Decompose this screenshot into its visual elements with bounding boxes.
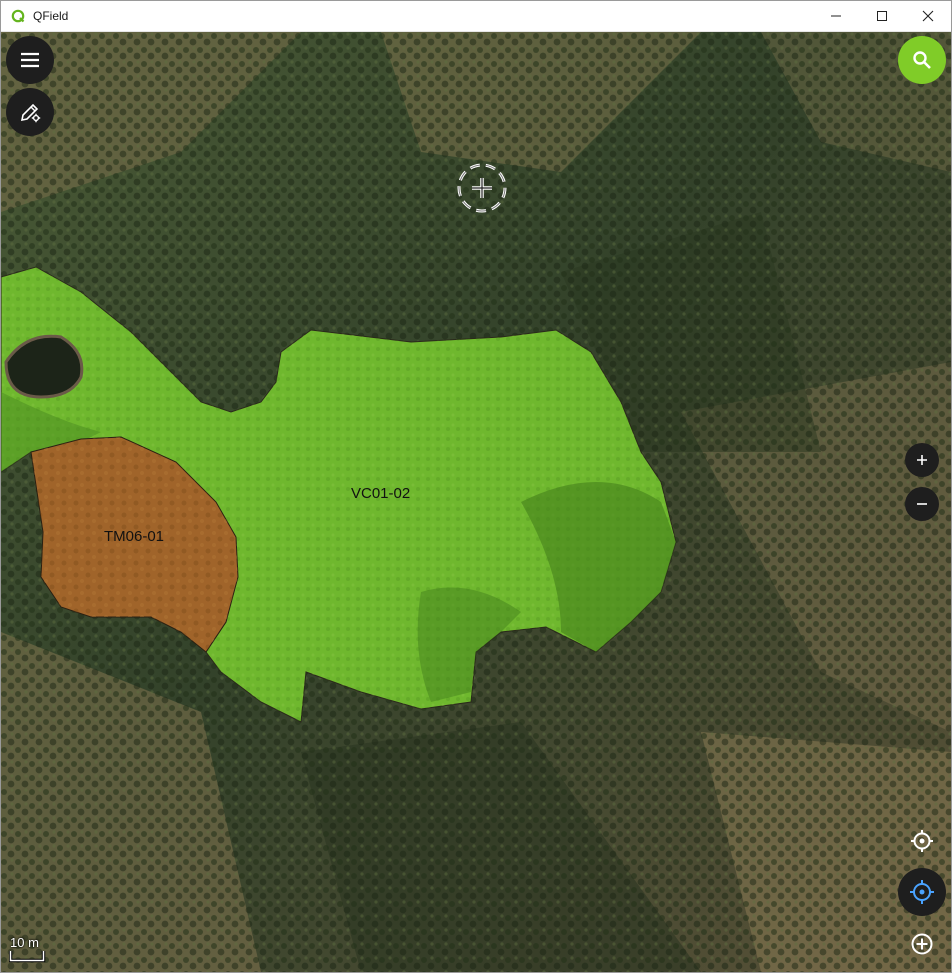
- crosshair-icon: [454, 160, 510, 216]
- map-canvas[interactable]: VC01-02 TM06-01 10 m: [1, 32, 951, 972]
- main-menu-button[interactable]: [6, 36, 54, 84]
- zoom-out-button[interactable]: [905, 487, 939, 521]
- zoom-in-button[interactable]: [905, 443, 939, 477]
- window-controls: [813, 1, 951, 31]
- polygon-label-vc01-02: VC01-02: [351, 485, 411, 502]
- minimize-button[interactable]: [813, 1, 859, 31]
- location-target-icon: [910, 880, 934, 904]
- title-bar[interactable]: QField: [1, 1, 951, 32]
- add-circle-icon: [911, 933, 933, 955]
- scale-bar-line: [9, 951, 46, 963]
- gnss-button[interactable]: [909, 828, 935, 854]
- locate-me-button[interactable]: [898, 868, 946, 916]
- maximize-icon: [877, 11, 887, 21]
- close-button[interactable]: [905, 1, 951, 31]
- pencil-settings-icon: [20, 103, 41, 123]
- hamburger-menu-icon: [21, 52, 39, 68]
- digitize-mode-button[interactable]: [6, 88, 54, 136]
- scale-bar: 10 m: [9, 935, 49, 963]
- window-title: QField: [33, 9, 69, 23]
- polygon-label-tm06-01: TM06-01: [104, 528, 165, 545]
- qfield-logo-icon: [11, 9, 25, 23]
- qfield-window: QField VC01-02 TM06-01 10 m: [0, 0, 952, 973]
- minus-icon: [917, 503, 927, 505]
- gnss-crosshair-icon: [911, 830, 933, 852]
- close-icon: [922, 10, 934, 22]
- search-icon: [913, 51, 931, 69]
- plus-icon: [917, 455, 927, 465]
- maximize-button[interactable]: [859, 1, 905, 31]
- minimize-icon: [831, 15, 841, 17]
- add-feature-button[interactable]: [909, 931, 935, 957]
- search-button[interactable]: [898, 36, 946, 84]
